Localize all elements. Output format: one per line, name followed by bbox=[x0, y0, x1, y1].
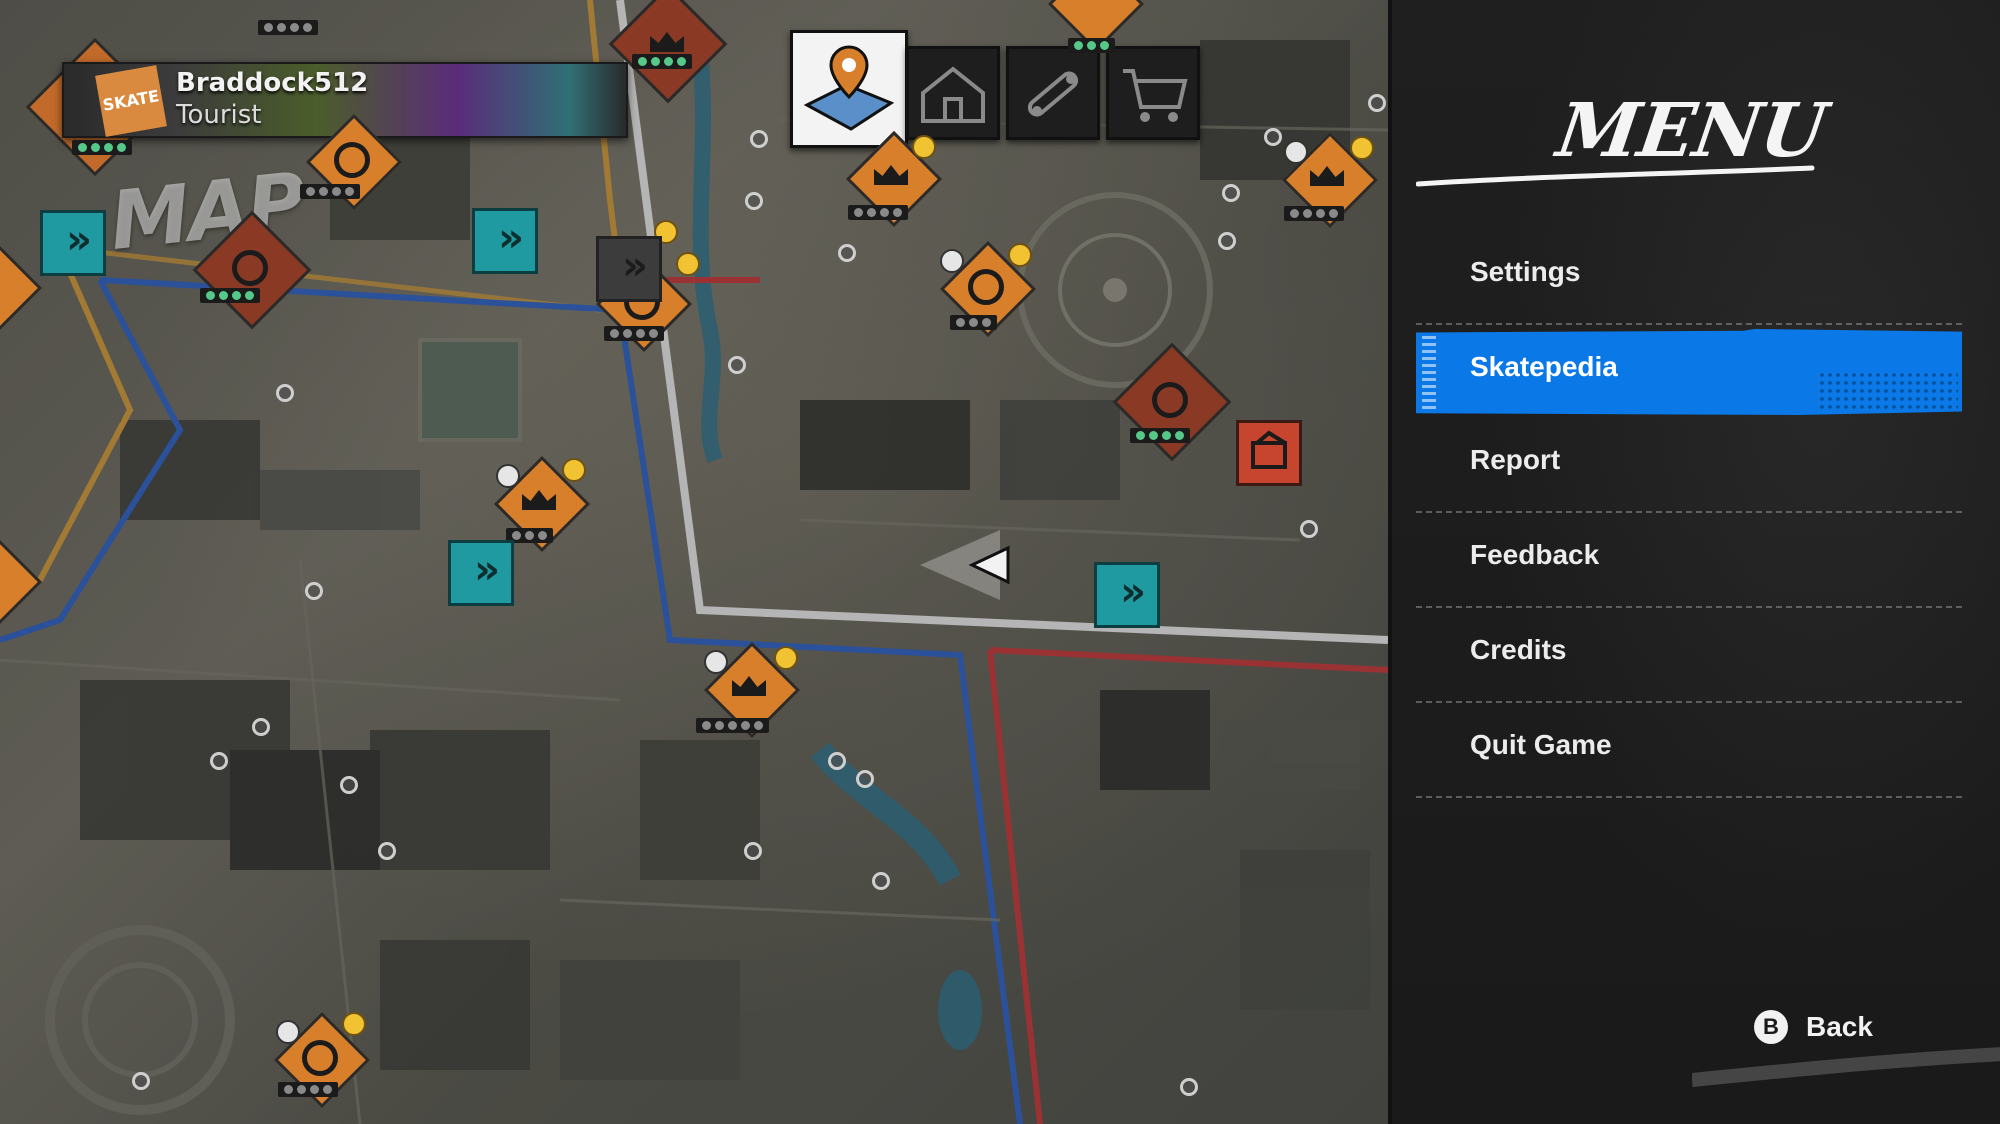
map-waypoint-dot[interactable] bbox=[828, 752, 846, 770]
player-progress-pips bbox=[72, 140, 132, 155]
fast-travel-marker[interactable]: » bbox=[448, 540, 514, 606]
skate-spot-marker[interactable] bbox=[273, 1011, 371, 1109]
map-waypoint-dot[interactable] bbox=[1264, 128, 1282, 146]
back-button[interactable]: B Back bbox=[1754, 1010, 1873, 1044]
back-label: Back bbox=[1806, 1011, 1873, 1042]
map-waypoint-dot[interactable] bbox=[252, 718, 270, 736]
skate-spot-marker[interactable] bbox=[0, 533, 68, 631]
map-waypoint-dot[interactable] bbox=[1368, 94, 1386, 112]
b-button-icon: B bbox=[1754, 1010, 1788, 1044]
player-rank: Tourist bbox=[176, 100, 262, 130]
menu-item-feedback[interactable]: Feedback bbox=[1416, 513, 1962, 608]
menu-item-settings[interactable]: Settings bbox=[1416, 230, 1962, 325]
map-waypoint-dot[interactable] bbox=[276, 384, 294, 402]
world-map[interactable]: MAP SKATE Braddock512 Tourist » » » » » bbox=[0, 0, 1388, 1124]
skate-spot-marker[interactable] bbox=[300, 113, 403, 211]
fast-travel-marker[interactable]: » bbox=[472, 208, 538, 274]
fast-travel-marker[interactable]: » bbox=[40, 210, 106, 276]
map-waypoint-dot[interactable] bbox=[305, 582, 323, 600]
map-waypoint-dot[interactable] bbox=[210, 752, 228, 770]
menu-item-label: Feedback bbox=[1470, 539, 1600, 570]
map-waypoint-dot[interactable] bbox=[1222, 184, 1240, 202]
skate-spot-marker[interactable] bbox=[939, 240, 1037, 338]
skate-spot-marker[interactable] bbox=[1281, 131, 1379, 229]
menu-item-label: Quit Game bbox=[1470, 729, 1612, 760]
skate-spot-marker[interactable] bbox=[608, 0, 728, 104]
player-badge-logo: SKATE bbox=[95, 65, 167, 137]
map-waypoint-dot[interactable] bbox=[132, 1072, 150, 1090]
tab-map[interactable] bbox=[790, 30, 908, 148]
map-waypoint-dot[interactable] bbox=[378, 842, 396, 860]
menu-item-skatepedia[interactable]: Skatepedia bbox=[1416, 325, 1962, 418]
map-pin-icon bbox=[803, 45, 895, 131]
skate-spot-marker[interactable] bbox=[493, 455, 591, 553]
menu-item-label: Report bbox=[1470, 444, 1561, 475]
fast-travel-marker[interactable]: » bbox=[1094, 562, 1160, 628]
map-waypoint-dot[interactable] bbox=[1300, 520, 1318, 538]
tab-home[interactable] bbox=[906, 46, 1000, 140]
map-waypoint-dot[interactable] bbox=[750, 130, 768, 148]
menu-item-label: Credits bbox=[1470, 634, 1567, 665]
skate-spot-marker[interactable] bbox=[845, 130, 943, 228]
menu-item-quit-game[interactable]: Quit Game bbox=[1416, 703, 1962, 798]
map-waypoint-dot[interactable] bbox=[744, 842, 762, 860]
menu-item-report[interactable]: Report bbox=[1416, 418, 1962, 513]
player-name: Braddock512 bbox=[176, 68, 369, 98]
skate-spot-marker[interactable] bbox=[1047, 0, 1145, 68]
pause-menu-panel: MENU Settings Skatepedia Report Feedback… bbox=[1388, 0, 2000, 1124]
menu-title-underline bbox=[1416, 165, 1815, 187]
skate-spot-marker[interactable] bbox=[1112, 342, 1232, 462]
menu-item-label: Skatepedia bbox=[1470, 351, 1618, 382]
shop-marker[interactable] bbox=[1236, 420, 1302, 486]
map-waypoint-dot[interactable] bbox=[340, 776, 358, 794]
map-waypoint-dot[interactable] bbox=[745, 192, 763, 210]
map-waypoint-dot[interactable] bbox=[856, 770, 874, 788]
skate-spot-marker[interactable] bbox=[696, 641, 801, 739]
map-waypoint-dot[interactable] bbox=[1180, 1078, 1198, 1096]
piano-icon bbox=[1251, 430, 1287, 469]
fast-travel-marker[interactable]: » bbox=[596, 236, 662, 302]
player-position-icon bbox=[920, 530, 1010, 600]
brush-stroke-decoration bbox=[1692, 1047, 2000, 1087]
map-waypoint-dot[interactable] bbox=[872, 872, 890, 890]
house-icon bbox=[921, 66, 985, 123]
menu-item-credits[interactable]: Credits bbox=[1416, 608, 1962, 703]
menu-item-label: Settings bbox=[1470, 256, 1581, 287]
map-waypoint-dot[interactable] bbox=[1218, 232, 1236, 250]
menu-list: Settings Skatepedia Report Feedback Cred… bbox=[1416, 230, 1962, 798]
map-waypoint-dot[interactable] bbox=[838, 244, 856, 262]
map-waypoint-dot[interactable] bbox=[728, 356, 746, 374]
skate-spot-marker[interactable] bbox=[192, 210, 312, 330]
